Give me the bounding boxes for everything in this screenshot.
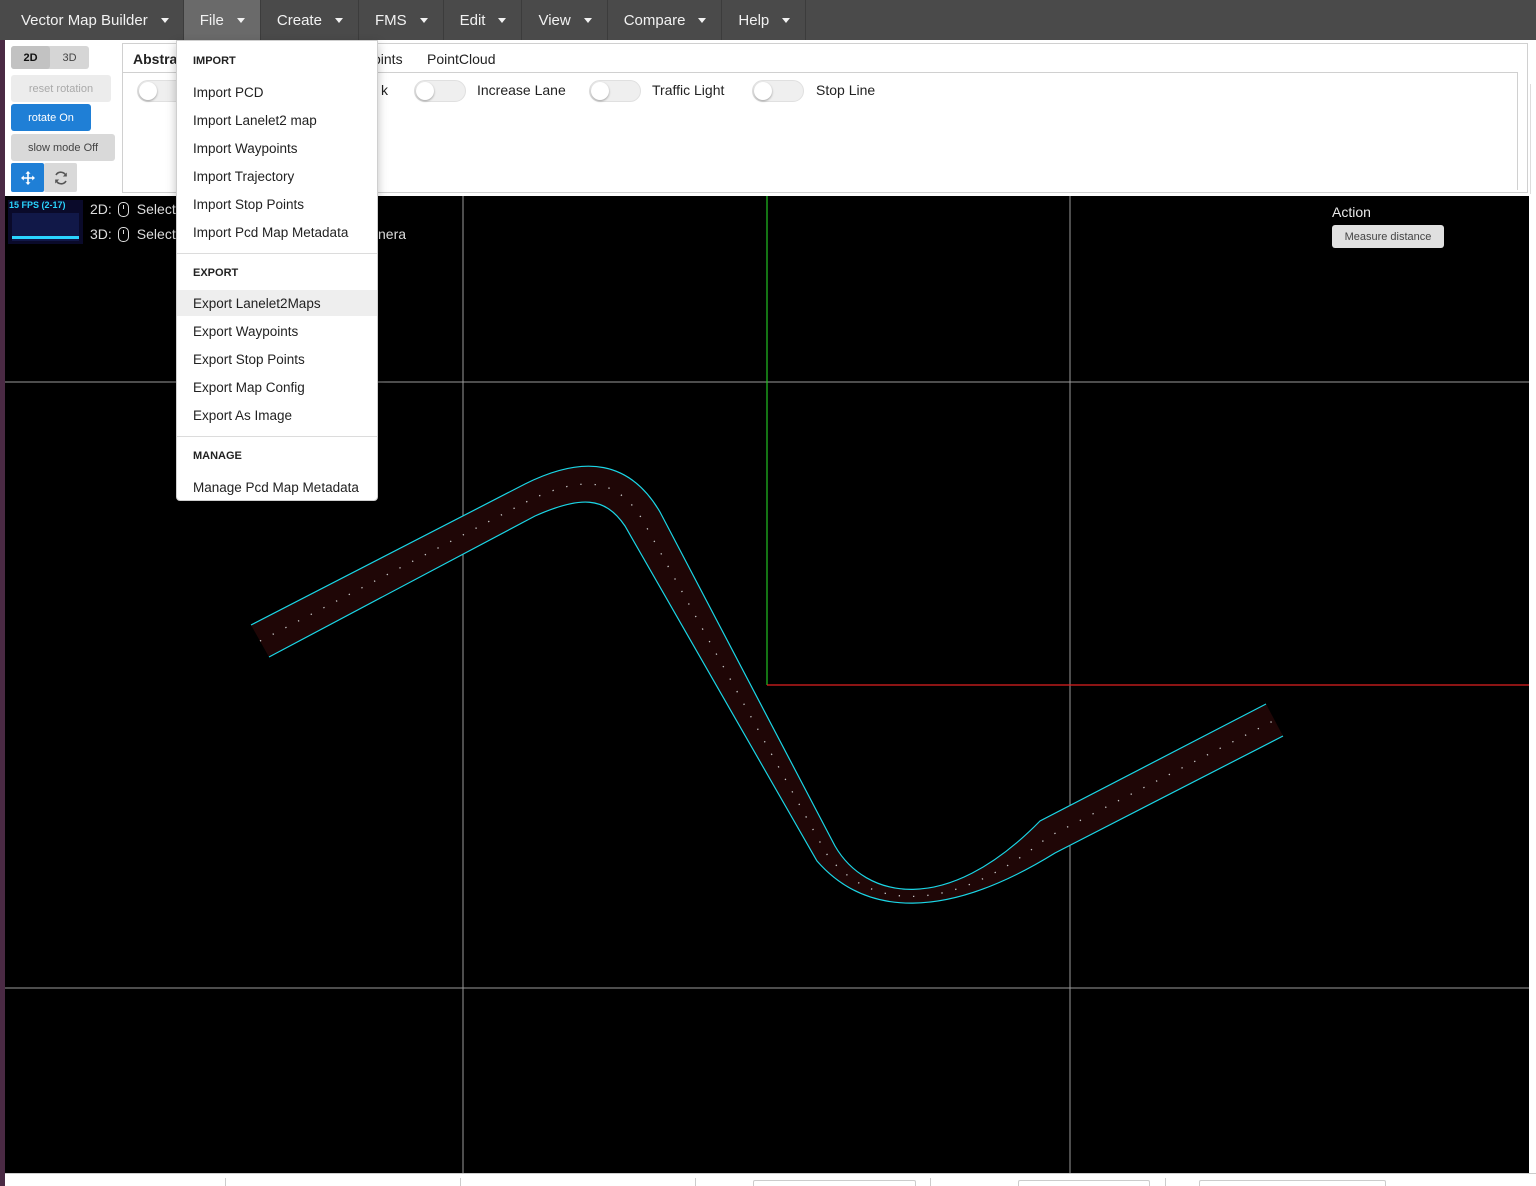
chevron-down-icon <box>236 17 245 23</box>
menu-fms[interactable]: FMS <box>359 0 444 40</box>
chevron-down-icon <box>782 17 791 23</box>
hint-3d: 3D: Select <box>90 226 176 242</box>
mode-2d-button[interactable]: 2D <box>11 46 50 69</box>
menu-edit[interactable]: Edit <box>444 0 523 40</box>
menu-divider <box>177 436 377 437</box>
chevron-down-icon <box>160 17 169 23</box>
menu-vector-map-builder[interactable]: Vector Map Builder <box>0 0 184 40</box>
bottom-divider <box>460 1178 461 1186</box>
bottom-input[interactable] <box>1018 1180 1150 1186</box>
menu-edit-label: Edit <box>459 11 486 29</box>
menu-item-import-lanelet2-map[interactable]: Import Lanelet2 map <box>177 107 377 133</box>
mode-3d-button[interactable]: 3D <box>50 46 89 69</box>
menu-item-export-waypoints[interactable]: Export Waypoints <box>177 318 377 344</box>
measure-distance-button[interactable]: Measure distance <box>1332 225 1444 248</box>
menu-item-export-as-image[interactable]: Export As Image <box>177 402 377 428</box>
menu-item-manage-pcd-map-metadata[interactable]: Manage Pcd Map Metadata <box>177 474 377 500</box>
import-header: IMPORT <box>193 55 236 67</box>
app-window: Vector Map Builder File Create FMS Edit … <box>0 0 1536 1186</box>
bottom-input[interactable] <box>1199 1180 1386 1186</box>
menu-file[interactable]: File <box>183 0 261 40</box>
menu-item-export-map-config[interactable]: Export Map Config <box>177 374 377 400</box>
fps-monitor: 15 FPS (2-17) <box>8 200 83 244</box>
toggle-knob <box>754 82 772 100</box>
hint-2d: 2D: Select <box>90 201 176 217</box>
move-arrows-icon <box>20 170 35 185</box>
toggle-label-2: k <box>381 82 388 98</box>
toggle-knob <box>591 82 609 100</box>
menu-create[interactable]: Create <box>261 0 359 40</box>
menu-file-label: File <box>199 11 224 29</box>
mouse-icon <box>117 226 129 242</box>
bottom-divider <box>1165 1178 1166 1186</box>
menu-compare-label: Compare <box>623 11 686 29</box>
menu-help-label: Help <box>738 11 770 29</box>
slow-mode-button[interactable]: slow mode Off <box>11 134 115 161</box>
mouse-icon <box>117 201 129 217</box>
toggle-stop-line[interactable] <box>752 80 804 102</box>
toggle-increase-lane[interactable] <box>414 80 466 102</box>
menu-create-label: Create <box>276 11 322 29</box>
toggle-label-stop-line: Stop Line <box>816 82 876 98</box>
menu-item-import-waypoints[interactable]: Import Waypoints <box>177 135 377 161</box>
view-mode-toggle: 2D 3D <box>11 46 89 69</box>
refresh-icon <box>54 170 67 185</box>
chevron-down-icon <box>583 17 592 23</box>
toggle-knob <box>416 82 434 100</box>
menu-item-import-stop-points[interactable]: Import Stop Points <box>177 191 377 217</box>
file-dropdown-menu: IMPORT Import PCD Import Lanelet2 map Im… <box>176 40 378 501</box>
menu-brand-label: Vector Map Builder <box>21 11 148 29</box>
action-title: Action <box>1332 204 1371 220</box>
fps-graph <box>12 213 79 241</box>
bottom-divider <box>225 1178 226 1186</box>
rotate-button[interactable]: rotate On <box>11 104 91 131</box>
hint-3d-text: Select <box>136 226 176 242</box>
menu-compare[interactable]: Compare <box>608 0 723 40</box>
hint-2d-text: Select <box>136 201 176 217</box>
toggle-label-traffic-light: Traffic Light <box>652 82 725 98</box>
fps-graph-line <box>12 236 79 239</box>
bottom-divider <box>695 1178 696 1186</box>
lane-left-boundary[interactable] <box>250 465 1267 890</box>
menu-item-import-pcd-map-metadata[interactable]: Import Pcd Map Metadata <box>177 219 377 245</box>
toggle-label-increase-lane: Increase Lane <box>477 82 566 98</box>
hint-2d-prefix: 2D: <box>90 201 112 217</box>
menu-help[interactable]: Help <box>722 0 807 40</box>
toggle-knob <box>139 82 157 100</box>
toggle-traffic-light[interactable] <box>589 80 641 102</box>
bottom-divider <box>930 1178 931 1186</box>
tab-abstract[interactable]: Abstra <box>133 51 177 67</box>
tab-pointcloud[interactable]: PointCloud <box>427 51 496 67</box>
hint-3d-prefix: 3D: <box>90 226 112 242</box>
menu-view[interactable]: View <box>522 0 608 40</box>
reset-rotation-button[interactable]: reset rotation <box>11 75 111 102</box>
menu-view-label: View <box>538 11 571 29</box>
menu-bar: Vector Map Builder File Create FMS Edit … <box>0 0 1536 40</box>
chevron-down-icon <box>698 17 707 23</box>
menu-item-export-lanelet2maps[interactable]: Export Lanelet2Maps <box>177 290 377 316</box>
move-tool-button[interactable] <box>11 163 44 192</box>
panel-scrollbar[interactable] <box>1530 84 1536 194</box>
rotate-tool-button[interactable] <box>44 163 77 192</box>
menu-item-import-trajectory[interactable]: Import Trajectory <box>177 163 377 189</box>
bottom-panel <box>5 1173 1536 1186</box>
manage-header: MANAGE <box>193 450 242 462</box>
menu-fms-label: FMS <box>374 11 407 29</box>
chevron-down-icon <box>498 17 507 23</box>
fps-label: 15 FPS (2-17) <box>9 200 66 210</box>
chevron-down-icon <box>419 17 428 23</box>
bottom-input[interactable] <box>753 1180 916 1186</box>
hint-3d-suffix: nera <box>378 226 407 242</box>
menu-divider <box>177 253 377 254</box>
export-header: EXPORT <box>193 267 239 279</box>
menu-item-export-stop-points[interactable]: Export Stop Points <box>177 346 377 372</box>
chevron-down-icon <box>334 17 343 23</box>
menu-item-import-pcd[interactable]: Import PCD <box>177 79 377 105</box>
